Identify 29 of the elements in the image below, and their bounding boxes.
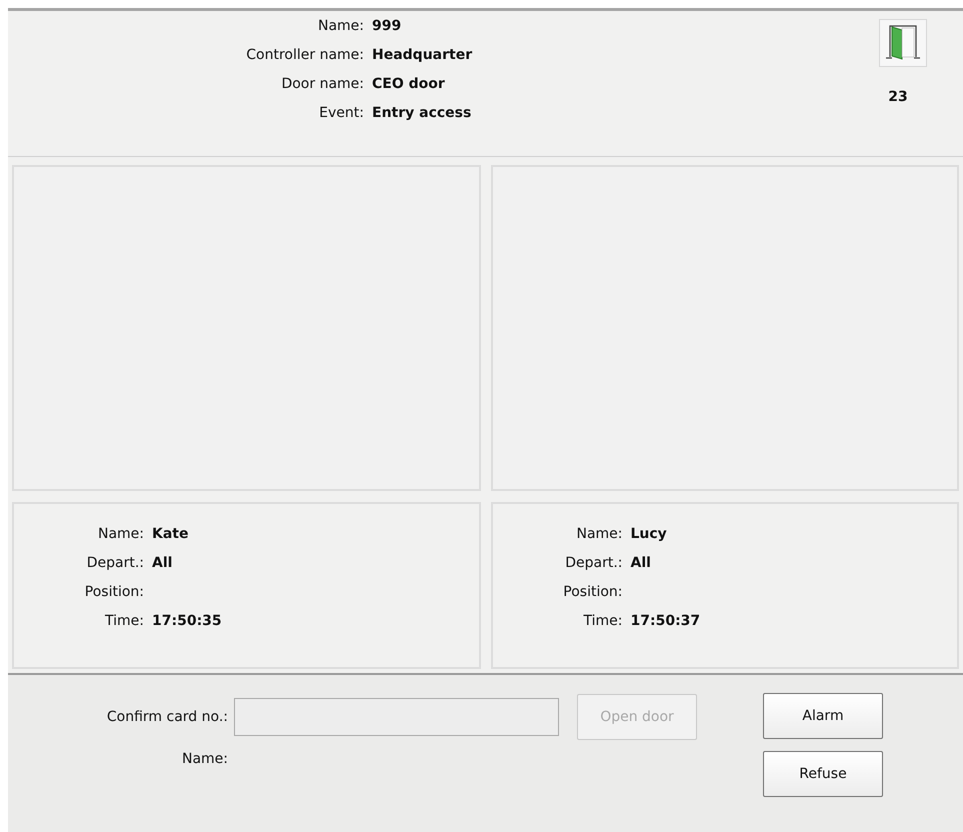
field-label: Name: bbox=[575, 525, 624, 544]
field-label: Depart.: bbox=[564, 554, 624, 573]
field-label: Depart.: bbox=[86, 554, 145, 573]
field-label: Name: bbox=[316, 17, 365, 36]
field-label: Door name: bbox=[280, 75, 365, 94]
door-count: 23 bbox=[888, 88, 908, 107]
field-label: Time: bbox=[582, 612, 624, 631]
field-value: Kate bbox=[152, 525, 188, 544]
door-icon bbox=[879, 19, 927, 67]
field-label: Controller name: bbox=[245, 46, 365, 65]
field-value: Entry access bbox=[372, 104, 472, 123]
field-value: Headquarter bbox=[372, 46, 472, 65]
field-label: Name: bbox=[96, 525, 145, 544]
field-label: Time: bbox=[104, 612, 145, 631]
field-value: 17:50:35 bbox=[152, 612, 222, 631]
field-label: Position: bbox=[84, 583, 145, 602]
field-label: Name: bbox=[180, 750, 228, 769]
field-value: CEO door bbox=[372, 75, 445, 94]
field-value: 17:50:37 bbox=[630, 612, 700, 631]
field-label: Event: bbox=[318, 104, 365, 123]
action-button[interactable]: Refuse bbox=[763, 751, 883, 797]
action-button[interactable]: Alarm bbox=[763, 693, 883, 739]
field-value: Lucy bbox=[630, 525, 667, 544]
field-value: 999 bbox=[372, 17, 402, 36]
field-label: Confirm card no.: bbox=[106, 708, 229, 726]
field-label: Position: bbox=[562, 583, 624, 602]
field-value: All bbox=[152, 554, 172, 573]
card-number-field[interactable] bbox=[234, 698, 559, 736]
field-value: All bbox=[630, 554, 651, 573]
